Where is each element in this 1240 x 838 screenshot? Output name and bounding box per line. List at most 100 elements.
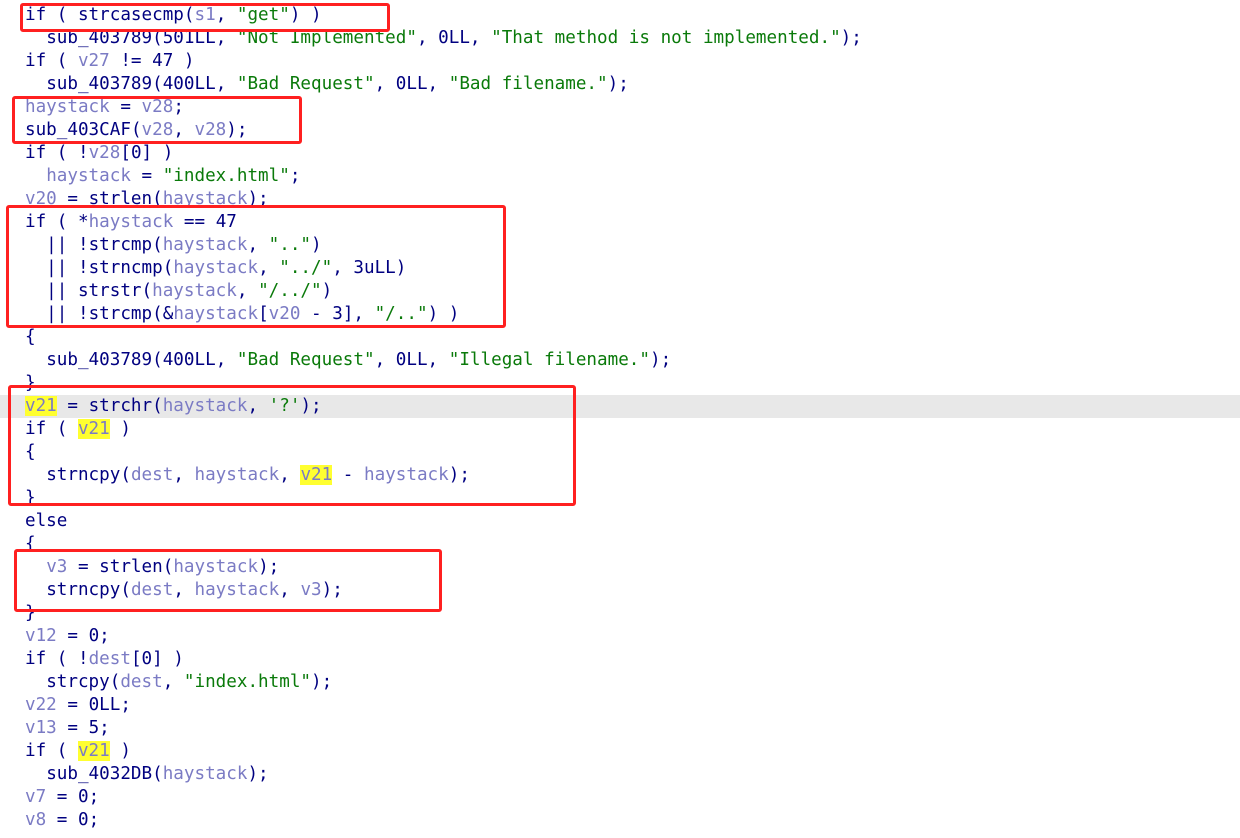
code-line[interactable]: sub_403789(400LL, "Bad Request", 0LL, "B… (0, 73, 1240, 96)
highlighted-token[interactable]: v21 (25, 396, 57, 416)
code-line-text: sub_403789(501LL, "Not Implemented", 0LL… (25, 27, 862, 50)
code-token[interactable]: s1 (195, 5, 216, 25)
code-line[interactable]: || !strncmp(haystack, "../", 3uLL) (0, 257, 1240, 280)
code-line[interactable]: sub_403CAF(v28, v28); (0, 119, 1240, 142)
code-token[interactable]: haystack (163, 396, 248, 416)
code-line[interactable]: } (0, 602, 1240, 625)
code-token[interactable]: v13 (25, 718, 57, 738)
code-line[interactable]: v21 = strchr(haystack, '?'); (0, 395, 1240, 418)
code-line[interactable]: if ( v21 ) (0, 418, 1240, 441)
code-token[interactable]: sub_4032DB (46, 764, 152, 784)
code-line[interactable]: strcpy(dest, "index.html"); (0, 671, 1240, 694)
code-token[interactable]: v8 (25, 810, 46, 830)
code-token[interactable]: dest (131, 580, 173, 600)
code-line[interactable]: v8 = 0; (0, 809, 1240, 832)
code-line[interactable]: sub_403789(400LL, "Bad Request", 0LL, "I… (0, 349, 1240, 372)
code-token[interactable]: haystack (152, 281, 237, 301)
code-line[interactable]: v13 = 5; (0, 717, 1240, 740)
code-token[interactable]: strcpy (46, 672, 110, 692)
code-line[interactable]: || !strcmp(&haystack[v20 - 3], "/..") ) (0, 303, 1240, 326)
code-line[interactable]: v22 = 0LL; (0, 694, 1240, 717)
code-token[interactable]: v28 (142, 97, 174, 117)
code-token[interactable]: sub_403789 (46, 350, 152, 370)
code-line[interactable]: haystack = v28; (0, 96, 1240, 119)
code-line[interactable]: v12 = 0; (0, 625, 1240, 648)
code-token[interactable]: v12 (25, 626, 57, 646)
code-token[interactable]: haystack (173, 304, 258, 324)
code-line[interactable]: if ( v27 != 47 ) (0, 50, 1240, 73)
code-token[interactable]: sub_403CAF (25, 120, 131, 140)
code-token[interactable]: v3 (300, 580, 321, 600)
code-token[interactable]: strcasecmp (78, 5, 184, 25)
code-token[interactable]: strncmp (89, 258, 163, 278)
code-token[interactable]: haystack (173, 557, 258, 577)
code-token: ; (289, 166, 301, 186)
code-line[interactable]: if ( strcasecmp(s1, "get") ) (0, 4, 1240, 27)
code-token[interactable]: dest (120, 672, 162, 692)
code-line[interactable]: else (0, 510, 1240, 533)
code-line[interactable]: strncpy(dest, haystack, v21 - haystack); (0, 464, 1240, 487)
code-line[interactable]: if ( !dest[0] ) (0, 648, 1240, 671)
code-line[interactable]: v3 = strlen(haystack); (0, 556, 1240, 579)
code-token[interactable]: strchr (89, 396, 153, 416)
code-line[interactable]: if ( *haystack == 47 (0, 211, 1240, 234)
code-token[interactable]: v22 (25, 695, 57, 715)
code-token[interactable]: sub_403789 (46, 28, 152, 48)
code-line[interactable]: strncpy(dest, haystack, v3); (0, 579, 1240, 602)
highlighted-token[interactable]: v21 (77, 419, 110, 439)
code-token[interactable]: haystack (25, 97, 110, 117)
code-line[interactable]: v20 = strlen(haystack); (0, 188, 1240, 211)
code-token[interactable]: haystack (89, 212, 174, 232)
pseudocode-view[interactable]: if ( strcasecmp(s1, "get") ) sub_403789(… (0, 0, 1240, 838)
code-token[interactable]: haystack (163, 189, 248, 209)
code-token[interactable]: v28 (89, 143, 121, 163)
code-token[interactable]: strncpy (46, 465, 120, 485)
code-token[interactable]: v20 (269, 304, 301, 324)
code-token[interactable]: strlen (89, 189, 153, 209)
code-token: if ( (25, 741, 78, 761)
code-token[interactable]: v3 (46, 557, 67, 577)
code-line[interactable]: || !strcmp(haystack, "..") (0, 234, 1240, 257)
code-token[interactable]: strcmp (89, 304, 153, 324)
code-token[interactable]: haystack (195, 580, 280, 600)
code-line[interactable]: } (0, 372, 1240, 395)
code-token: ; (99, 718, 110, 738)
code-line[interactable]: sub_4032DB(haystack); (0, 763, 1240, 786)
code-line[interactable]: { (0, 441, 1240, 464)
code-line[interactable]: } (0, 487, 1240, 510)
code-token[interactable]: strstr (78, 281, 142, 301)
code-token[interactable]: strlen (99, 557, 163, 577)
code-line[interactable]: { (0, 533, 1240, 556)
code-line[interactable]: if ( v21 ) (0, 740, 1240, 763)
code-token[interactable]: v28 (195, 120, 227, 140)
code-token[interactable]: strncpy (46, 580, 120, 600)
code-token[interactable]: haystack (195, 465, 280, 485)
code-token: } (25, 488, 36, 508)
highlighted-token[interactable]: v21 (300, 465, 333, 485)
code-token: "get" (236, 5, 290, 25)
code-line[interactable]: { (0, 326, 1240, 349)
code-token[interactable]: sub_403789 (46, 74, 152, 94)
code-token[interactable]: strcmp (89, 235, 153, 255)
code-token[interactable]: haystack (173, 258, 258, 278)
code-token[interactable]: haystack (163, 764, 248, 784)
code-line-text: || strstr(haystack, "/../") (25, 280, 332, 303)
code-token[interactable]: v7 (25, 787, 46, 807)
code-token[interactable]: v20 (25, 189, 57, 209)
code-token[interactable]: v28 (142, 120, 174, 140)
code-token[interactable]: v27 (78, 51, 110, 71)
code-token[interactable]: dest (131, 465, 173, 485)
code-token[interactable]: haystack (163, 235, 248, 255)
code-token: , (469, 28, 492, 48)
code-line[interactable]: sub_403789(501LL, "Not Implemented", 0LL… (0, 27, 1240, 50)
code-token[interactable]: haystack (46, 166, 131, 186)
code-token[interactable]: dest (89, 649, 131, 669)
code-line[interactable]: v7 = 0; (0, 786, 1240, 809)
code-line[interactable]: if ( !v28[0] ) (0, 142, 1240, 165)
code-token[interactable]: haystack (364, 465, 449, 485)
highlighted-token[interactable]: v21 (77, 741, 110, 761)
code-line[interactable]: || strstr(haystack, "/../") (0, 280, 1240, 303)
code-line[interactable]: haystack = "index.html"; (0, 165, 1240, 188)
